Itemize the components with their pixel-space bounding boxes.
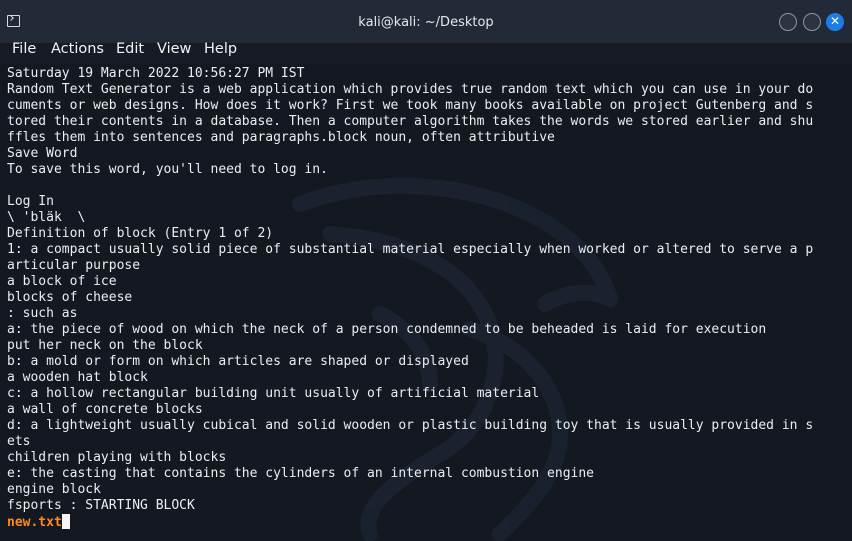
menu-file[interactable]: File	[12, 41, 36, 58]
prompt-filename: new.txt	[7, 515, 62, 530]
terminal-line: e: the casting that contains the cylinde…	[7, 466, 594, 481]
minimize-button[interactable]	[779, 13, 797, 31]
menu-view[interactable]: View	[157, 41, 191, 58]
terminal-line: ets	[7, 434, 31, 449]
terminal-line: fsports : STARTING BLOCK	[7, 498, 195, 513]
terminal-line: d: a lightweight usually cubical and sol…	[7, 418, 814, 433]
terminal-line: cuments or web designs. How does it work…	[7, 98, 814, 113]
terminal-line: : such as	[7, 306, 78, 321]
terminal-line: Saturday 19 March 2022 10:56:27 PM IST	[7, 66, 305, 81]
terminal-line: To save this word, you'll need to log in…	[7, 162, 328, 177]
menu-help[interactable]: Help	[204, 41, 237, 58]
menu-actions[interactable]: Actions	[51, 41, 104, 58]
terminal-output: Saturday 19 March 2022 10:56:27 PM IST R…	[7, 66, 847, 530]
prompt-line[interactable]: new.txt	[7, 514, 847, 530]
terminal-line: blocks of cheese	[7, 290, 133, 305]
terminal-line: Log In	[7, 194, 54, 209]
terminal-area[interactable]: Saturday 19 March 2022 10:56:27 PM IST R…	[0, 64, 852, 541]
terminal-line: Random Text Generator is a web applicati…	[7, 82, 814, 97]
menu-edit[interactable]: Edit	[116, 41, 144, 58]
terminal-line: Definition of block (Entry 1 of 2)	[7, 226, 274, 241]
terminal-line: a: the piece of wood on which the neck o…	[7, 322, 767, 337]
terminal-line: 1: a compact usually solid piece of subs…	[7, 242, 814, 257]
terminal-line: a wooden hat block	[7, 370, 148, 385]
terminal-line: tored their contents in a database. Then…	[7, 114, 814, 129]
title-bar[interactable]: kali@kali: ~/Desktop ✕	[0, 0, 852, 43]
terminal-line: Save Word	[7, 146, 78, 161]
terminal-line: children playing with blocks	[7, 450, 227, 465]
terminal-line: put her neck on the block	[7, 338, 203, 353]
terminal-line: \ 'bläk \	[7, 210, 86, 225]
terminal-line: ffles them into sentences and paragraphs…	[7, 130, 555, 145]
terminal-line: b: a mold or form on which articles are …	[7, 354, 469, 369]
terminal-line: engine block	[7, 482, 101, 497]
window-title: kali@kali: ~/Desktop	[358, 15, 494, 30]
maximize-button[interactable]	[803, 13, 821, 31]
terminal-window: kali@kali: ~/Desktop ✕ File Actions Edit…	[0, 0, 852, 541]
close-icon: ✕	[829, 14, 841, 28]
terminal-line: a wall of concrete blocks	[7, 402, 203, 417]
close-button[interactable]: ✕	[826, 13, 844, 31]
terminal-line: c: a hollow rectangular building unit us…	[7, 386, 540, 401]
terminal-line: articular purpose	[7, 258, 141, 273]
terminal-line: a block of ice	[7, 274, 117, 289]
text-cursor	[61, 514, 70, 529]
